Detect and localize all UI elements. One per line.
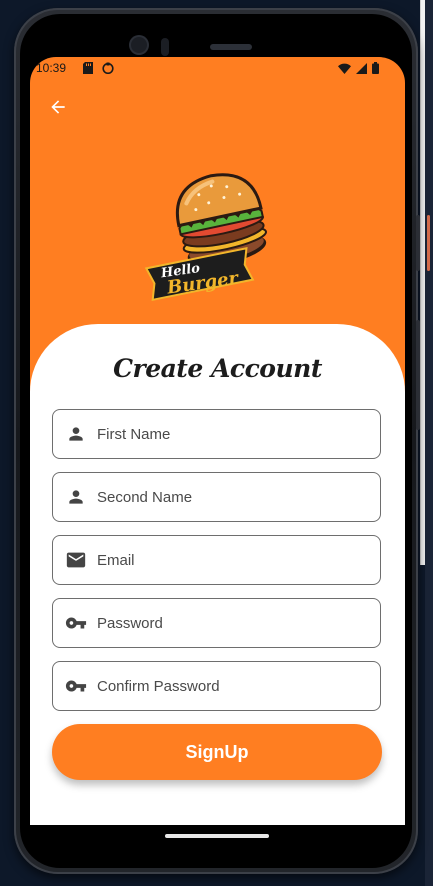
- hello-burger-logo: Hello Burger: [140, 157, 285, 307]
- page-title: Create Account: [113, 354, 322, 383]
- sd-card-icon: [83, 62, 93, 77]
- second-name-field[interactable]: [52, 472, 381, 522]
- key-icon: [65, 675, 87, 697]
- signup-card: Create Account First Name Second Name Em…: [30, 324, 405, 825]
- signup-button[interactable]: SignUp: [52, 724, 382, 780]
- confirm-password-input[interactable]: [97, 662, 369, 710]
- app-screen: 10:39 Hello Burger Create Account First …: [30, 57, 405, 825]
- arrow-back-icon: [51, 100, 65, 114]
- scrollbar-marker: [427, 215, 430, 271]
- password-input[interactable]: [97, 599, 369, 647]
- back-button[interactable]: [46, 95, 70, 119]
- confirm-password-field[interactable]: [52, 661, 381, 711]
- first-name-field[interactable]: [52, 409, 381, 459]
- volume-button[interactable]: [416, 320, 420, 430]
- home-indicator[interactable]: [165, 834, 269, 838]
- status-time: 10:39: [36, 61, 67, 75]
- email-input[interactable]: [97, 536, 369, 584]
- email-field[interactable]: [52, 535, 381, 585]
- power-button[interactable]: [416, 215, 420, 271]
- earpiece-speaker: [210, 44, 252, 50]
- scrollbar-strip[interactable]: [425, 0, 433, 886]
- front-camera: [131, 37, 147, 53]
- wifi-icon: [338, 63, 351, 77]
- app-status-icon: [102, 62, 114, 77]
- mail-icon: [65, 549, 87, 571]
- signal-icon: [356, 62, 367, 77]
- first-name-input[interactable]: [97, 410, 369, 458]
- battery-icon: [372, 62, 379, 77]
- password-field[interactable]: [52, 598, 381, 648]
- proximity-sensor: [161, 38, 169, 56]
- navigation-bar: [30, 825, 405, 850]
- person-icon: [65, 423, 87, 445]
- second-name-input[interactable]: [97, 473, 369, 521]
- screenshot-stage: 10:39 Hello Burger Create Account First …: [0, 0, 433, 886]
- person-icon: [65, 486, 87, 508]
- status-bar: 10:39: [30, 57, 405, 81]
- key-icon: [65, 612, 87, 634]
